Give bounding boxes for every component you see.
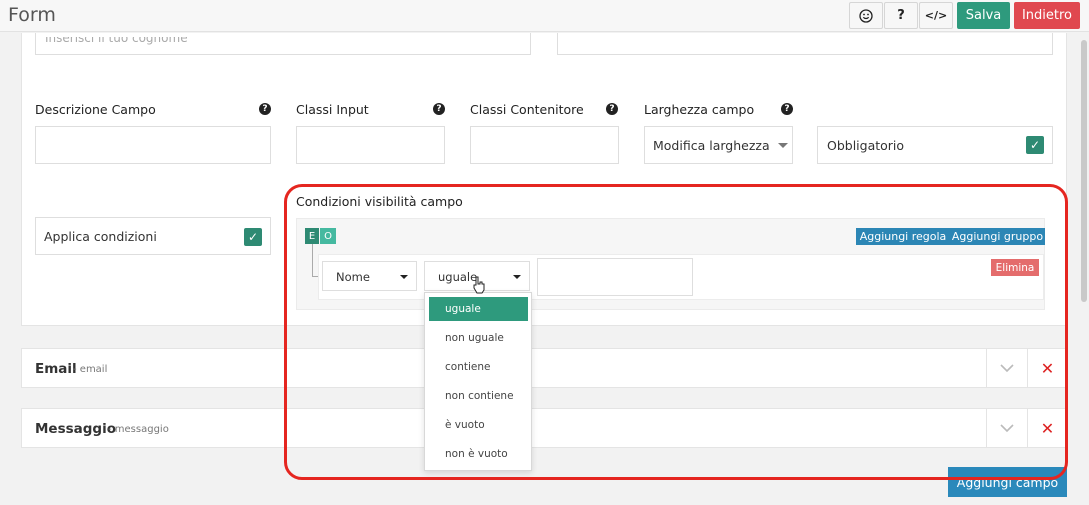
accordion-messaggio[interactable]: Messaggio - messaggio ✕ (21, 408, 1067, 448)
classi-contenitore-input[interactable] (470, 126, 619, 164)
smiley-icon-button[interactable] (849, 2, 883, 29)
right-top-field[interactable] (557, 33, 1053, 55)
dropdown-option[interactable]: uguale (429, 297, 528, 321)
help-button[interactable]: ? (884, 2, 918, 29)
obbligatorio-toggle[interactable]: Obbligatorio ✓ (817, 126, 1053, 164)
operator-dropdown-menu: uguale non uguale contiene non contiene … (424, 292, 532, 471)
classi-contenitore-label: Classi Contenitore (470, 102, 584, 117)
scrollbar-thumb[interactable] (1081, 40, 1087, 302)
and-toggle[interactable]: E (305, 228, 319, 244)
classi-input-input[interactable] (296, 126, 445, 164)
chevron-down-icon (778, 143, 788, 148)
code-button[interactable]: </> (919, 2, 953, 29)
back-button[interactable]: Indietro (1014, 2, 1080, 29)
rule-value-input[interactable] (537, 258, 693, 296)
larghezza-select[interactable]: Modifica larghezza (644, 126, 793, 164)
accordion-title: Email (35, 361, 77, 377)
help-icon[interactable]: ? (433, 103, 445, 115)
page-title: Form (8, 4, 56, 26)
obbligatorio-label: Obbligatorio (827, 138, 905, 153)
add-field-button[interactable]: Aggiungi campo (948, 467, 1067, 497)
larghezza-value: Modifica larghezza (653, 138, 770, 153)
close-icon[interactable]: ✕ (1027, 409, 1067, 447)
help-icon[interactable]: ? (781, 103, 793, 115)
smiley-icon (859, 8, 873, 23)
conditions-title: Condizioni visibilità campo (296, 194, 463, 209)
add-rule-button[interactable]: Aggiungi regola (856, 228, 950, 245)
rule-field-value: Nome (336, 270, 370, 284)
save-button[interactable]: Salva (957, 2, 1010, 29)
rule-field-select[interactable]: Nome (322, 261, 417, 291)
descrizione-input[interactable] (35, 126, 271, 164)
help-icon[interactable]: ? (259, 103, 271, 115)
checkbox-checked-icon[interactable]: ✓ (1026, 136, 1044, 154)
applica-label: Applica condizioni (44, 229, 157, 244)
chevron-down-icon[interactable] (986, 349, 1027, 387)
dropdown-option[interactable]: non contiene (429, 384, 528, 408)
dropdown-option[interactable]: non uguale (429, 326, 528, 350)
accordion-subtitle: - email (73, 364, 108, 375)
delete-rule-button[interactable]: Elimina (991, 259, 1039, 276)
larghezza-label: Larghezza campo (644, 102, 755, 117)
checkbox-checked-icon[interactable]: ✓ (244, 228, 262, 246)
help-icon[interactable]: ? (606, 103, 618, 115)
accordion-subtitle: - messaggio (108, 424, 169, 435)
add-group-button[interactable]: Aggiungi gruppo (950, 228, 1045, 245)
chevron-down-icon (513, 275, 521, 279)
classi-input-label: Classi Input (296, 102, 369, 117)
dropdown-option[interactable]: contiene (429, 355, 528, 379)
applica-condizioni-toggle[interactable]: Applica condizioni ✓ (35, 217, 271, 255)
chevron-down-icon (400, 275, 408, 279)
hand-cursor-icon (473, 276, 485, 294)
top-bar: Form ? </> Salva Indietro (0, 0, 1089, 32)
chevron-down-icon[interactable] (986, 409, 1027, 447)
or-toggle[interactable]: O (320, 228, 336, 244)
close-icon[interactable]: ✕ (1027, 349, 1067, 387)
descrizione-label: Descrizione Campo (35, 102, 156, 117)
dropdown-option[interactable]: non è vuoto (429, 442, 528, 466)
dropdown-option[interactable]: è vuoto (429, 413, 528, 437)
accordion-email[interactable]: Email - email ✕ (21, 348, 1067, 388)
accordion-title: Messaggio (35, 421, 116, 437)
